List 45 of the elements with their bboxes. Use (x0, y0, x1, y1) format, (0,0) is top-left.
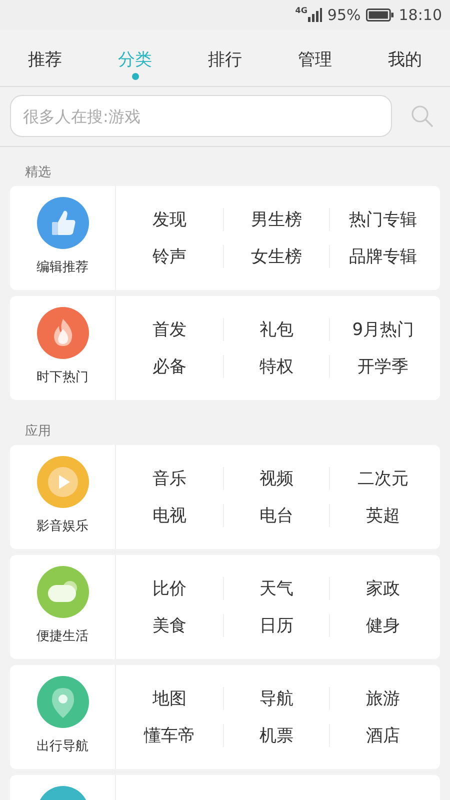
category-link[interactable]: 女生榜 (250, 247, 302, 267)
battery-percent: 95% (327, 6, 361, 24)
category-label: 时下热门 (36, 369, 88, 386)
nav-tab[interactable]: 管理 (270, 30, 360, 86)
category-link[interactable]: 英超 (366, 506, 400, 526)
category-link[interactable]: 比价 (152, 579, 186, 599)
network-label: 4G (295, 6, 308, 15)
category-link[interactable]: 必备 (152, 357, 186, 377)
search-field[interactable]: 很多人在搜:游戏 (10, 95, 392, 137)
category-link[interactable]: 开学季 (358, 357, 409, 377)
category-link[interactable]: 男生榜 (250, 210, 302, 230)
category-link[interactable]: 音乐 (152, 469, 186, 489)
category-link[interactable]: 地图 (152, 689, 186, 709)
section-heading: 应用 (24, 423, 52, 441)
category-link[interactable]: 铃声 (152, 247, 186, 267)
category-link[interactable]: 电视 (152, 506, 186, 526)
category-link[interactable]: 热门专辑 (349, 210, 418, 230)
category-label: 影音娱乐 (36, 518, 88, 535)
category-link[interactable]: 旅游 (366, 689, 400, 709)
category-link[interactable]: 二次元 (358, 469, 409, 489)
category-link[interactable]: 健身 (366, 616, 400, 636)
category-link[interactable]: 9月热门 (352, 320, 414, 340)
category-link[interactable]: 导航 (259, 689, 294, 709)
nav-tab[interactable]: 排行 (180, 30, 270, 86)
category-label: 出行导航 (36, 738, 88, 755)
section-heading: 精选 (24, 164, 52, 182)
category-link[interactable]: 首发 (152, 320, 186, 340)
category-link[interactable]: 特权 (259, 357, 294, 377)
category-link[interactable]: 电台 (259, 506, 294, 526)
category-link[interactable]: 家政 (366, 579, 400, 599)
nav-tab[interactable]: 推荐 (0, 30, 90, 86)
category-link[interactable]: 美食 (152, 616, 186, 636)
category-link[interactable]: 礼包 (259, 320, 294, 340)
category-link[interactable]: 品牌专辑 (349, 247, 418, 267)
category-link[interactable]: 视频 (259, 469, 294, 489)
clock: 18:10 (398, 6, 442, 24)
category-link[interactable]: 日历 (259, 616, 294, 636)
category-link[interactable]: 机票 (259, 726, 294, 746)
nav-tab[interactable]: 我的 (360, 30, 450, 86)
category-link[interactable]: 天气 (259, 579, 294, 599)
category-link[interactable]: 懂车帝 (144, 726, 195, 746)
category-label: 便捷生活 (36, 628, 88, 645)
category-label: 编辑推荐 (36, 259, 88, 276)
category-link[interactable]: 酒店 (366, 726, 400, 746)
category-link[interactable]: 发现 (152, 210, 186, 230)
